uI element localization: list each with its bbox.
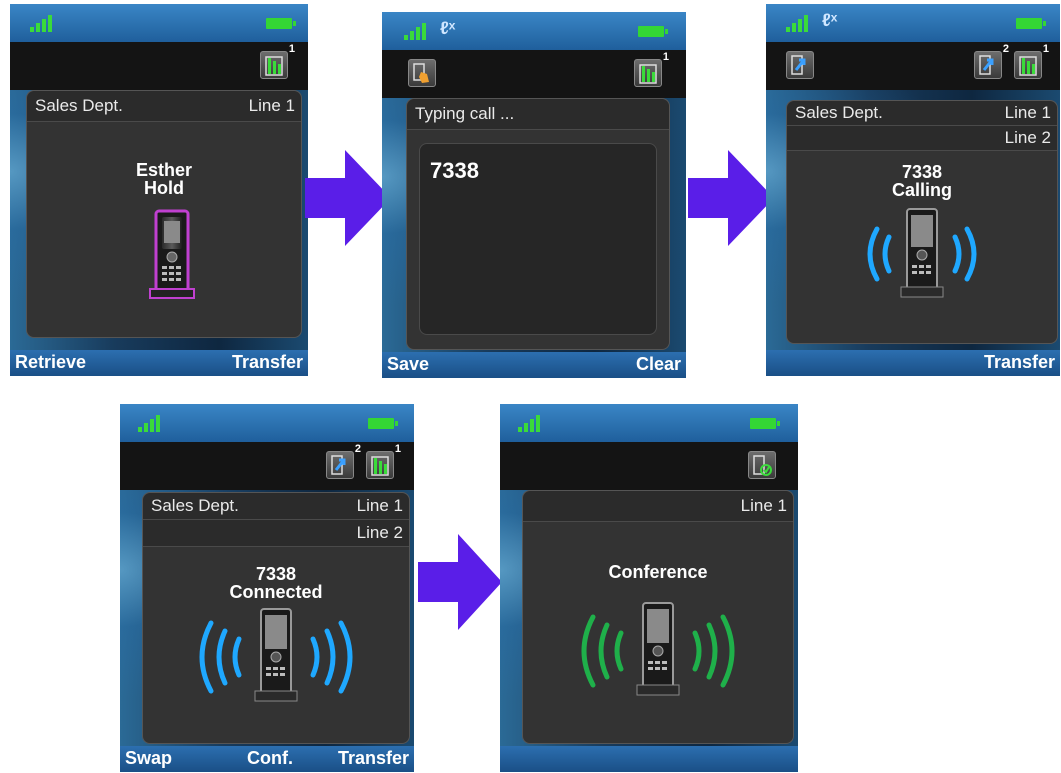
line-count-badge: 1 [288, 43, 295, 55]
dial-prompt: Typing call ... [415, 104, 515, 123]
softkey-bar: Retrieve Transfer [10, 350, 308, 376]
signal-icon [30, 12, 60, 32]
call-count-badge: 2 [354, 443, 361, 455]
transfer-softkey[interactable]: Transfer [232, 352, 303, 373]
hand-pointer-icon[interactable] [408, 59, 436, 87]
caller-group: Sales Dept. [35, 96, 123, 115]
arrow-right-icon [688, 150, 774, 246]
line-label: Line 2 [356, 523, 403, 542]
toolbar: 1 [382, 50, 686, 98]
battery-icon [638, 26, 668, 37]
battery-icon [1016, 18, 1046, 29]
caller-group: Sales Dept. [795, 103, 883, 122]
active-call-handset-icon [199, 608, 353, 702]
save-softkey[interactable]: Save [387, 354, 429, 375]
toolbar: 2 1 [766, 42, 1060, 90]
line-label: Line 1 [740, 496, 787, 515]
status-bar [10, 4, 308, 42]
signal-icon [404, 20, 434, 40]
softkey-bar: Swap Conf. Transfer [120, 746, 414, 772]
swap-softkey[interactable]: Swap [125, 748, 172, 769]
call-panel: Sales Dept. Line 1 Line 2 7338 Calling [786, 100, 1058, 344]
battery-icon [750, 418, 780, 429]
status-bar [120, 404, 414, 442]
signal-icon [786, 12, 816, 32]
line-status-icon[interactable]: 1 [366, 443, 401, 479]
line-label: Line 1 [356, 496, 403, 515]
screen-connected: 2 1 Sales Dept. Line 1 Line 2 7338 Conne… [120, 404, 414, 772]
ringing-handset-icon [867, 208, 977, 298]
call-header-line2: Line 2 [143, 520, 409, 547]
clear-softkey[interactable]: Clear [636, 354, 681, 375]
dial-panel: Typing call ... 7338 [406, 98, 670, 350]
screen-typing: ℓˣ 1 Typing call ... 7338 Save Clear [382, 12, 686, 378]
arrow-right-icon [418, 534, 502, 630]
arrow-right-icon [305, 150, 391, 246]
screen-hold: 1 Sales Dept. Line 1 Esther Hold Retriev… [10, 4, 308, 376]
status-bar [500, 404, 798, 442]
signal-icon [138, 412, 168, 432]
line-status-icon[interactable]: 1 [260, 43, 295, 79]
dial-number-field[interactable]: 7338 [419, 143, 657, 335]
toolbar: 2 1 [120, 442, 414, 490]
conference-panel: Line 1 Conference [522, 490, 794, 744]
line-count-badge: 1 [1042, 43, 1049, 55]
line-label: Line 2 [1004, 128, 1051, 147]
call-status: Hold [144, 178, 184, 198]
softkey-bar [500, 746, 798, 772]
conference-handset-icon [581, 602, 735, 696]
status-bar: ℓˣ [382, 12, 686, 50]
call-header-line1: Sales Dept. Line 1 [787, 101, 1057, 126]
conference-softkey[interactable]: Conf. [247, 748, 293, 769]
mute-icon: ℓˣ [822, 10, 838, 30]
call-status: Conference [608, 562, 708, 582]
call-panel: Sales Dept. Line 1 Line 2 7338 Connected [142, 492, 410, 744]
softkey-bar: Transfer [766, 350, 1060, 376]
softkey-bar: Save Clear [382, 352, 686, 378]
transfer-softkey[interactable]: Transfer [984, 352, 1055, 373]
outgoing-call-icon[interactable]: 2 [974, 43, 1009, 79]
call-header-line2: Line 2 [787, 126, 1057, 151]
dialed-number: 7338 [255, 564, 297, 584]
caller-name: Esther [135, 160, 193, 180]
line-status-icon[interactable]: 1 [634, 51, 669, 87]
call-count-badge: 2 [1002, 43, 1009, 55]
mute-icon: ℓˣ [440, 18, 456, 38]
call-header: Line 1 [523, 491, 793, 522]
conference-line-icon[interactable] [748, 451, 776, 479]
retrieve-softkey[interactable]: Retrieve [15, 352, 86, 373]
transfer-softkey[interactable]: Transfer [338, 748, 409, 769]
line-count-badge: 1 [662, 51, 669, 63]
line-status-icon[interactable]: 1 [1014, 43, 1049, 79]
call-status: Connected [229, 582, 323, 602]
line-label: Line 1 [248, 96, 295, 115]
dialed-number: 7338 [901, 162, 943, 182]
screen-conference: Line 1 Conference [500, 404, 798, 772]
battery-icon [368, 418, 398, 429]
call-header-line1: Sales Dept. Line 1 [143, 493, 409, 520]
outgoing-call-icon[interactable]: 2 [326, 443, 361, 479]
caller-group: Sales Dept. [151, 496, 239, 515]
line-count-badge: 1 [394, 443, 401, 455]
line-label: Line 1 [1004, 103, 1051, 122]
dialed-number: 7338 [430, 158, 479, 183]
screen-calling: ℓˣ 2 1 Sales Dept. Line 1 Line 2 7338 Ca… [766, 4, 1060, 376]
call-status: Calling [891, 180, 952, 200]
signal-icon [518, 412, 548, 432]
toolbar [500, 442, 798, 490]
status-bar: ℓˣ [766, 4, 1060, 42]
battery-icon [266, 18, 296, 29]
toolbar: 1 [10, 42, 308, 90]
handset-on-hold-icon [149, 209, 195, 299]
call-header: Sales Dept. Line 1 [27, 91, 301, 122]
outgoing-call-icon[interactable] [786, 51, 814, 79]
call-panel: Sales Dept. Line 1 Esther Hold [26, 90, 302, 338]
dial-header: Typing call ... [407, 99, 669, 130]
